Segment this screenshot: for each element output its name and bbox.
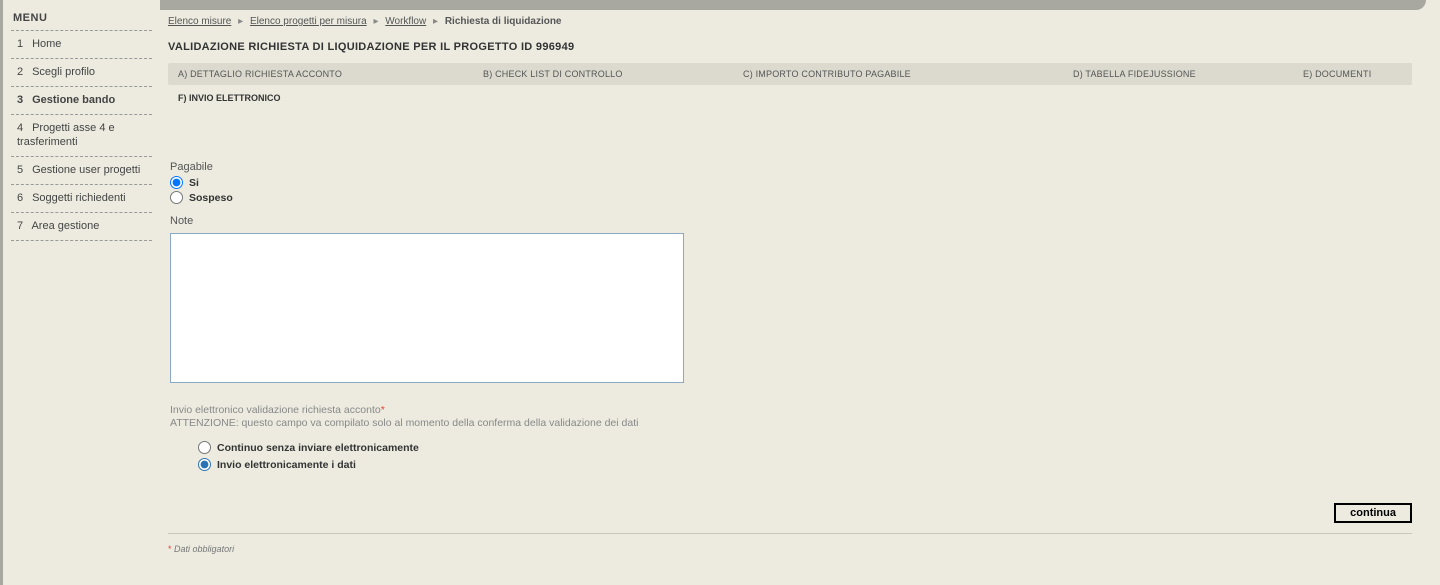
menu-item-scegli-profilo[interactable]: 2 Scegli profilo	[11, 59, 152, 87]
menu-item-home[interactable]: 1 Home	[11, 31, 152, 59]
form-block: Pagabile Si Sospeso Note Invio elettroni…	[168, 109, 1412, 473]
tab-importo-contributo[interactable]: C) IMPORTO CONTRIBUTO PAGABILE	[733, 63, 1063, 85]
menu-index: 5	[17, 163, 29, 178]
menu-item-progetti-asse4[interactable]: 4 Progetti asse 4 e trasferimenti	[11, 115, 152, 158]
menu-label: Area gestione	[31, 220, 99, 232]
breadcrumb-link[interactable]: Workflow	[385, 16, 426, 27]
page-title: VALIDAZIONE RICHIESTA DI LIQUIDAZIONE PE…	[168, 41, 1412, 63]
required-marker: *	[168, 544, 172, 554]
invio-hint-title-text: Invio elettronico validazione richiesta …	[170, 404, 381, 416]
required-marker: *	[381, 404, 385, 416]
menu-index: 4	[17, 121, 29, 136]
invio-hint-body: ATTENZIONE: questo campo va compilato so…	[170, 417, 1412, 429]
radio-pagabile-sospeso[interactable]	[170, 191, 183, 204]
main-content: Elenco misure ▸ Elenco progetti per misu…	[160, 0, 1440, 585]
breadcrumb-current: Richiesta di liquidazione	[445, 16, 562, 27]
menu-label: Gestione bando	[32, 94, 115, 106]
note-label: Note	[170, 215, 1412, 227]
menu-index: 1	[17, 37, 29, 52]
menu-index: 3	[17, 93, 29, 108]
menu-index: 6	[17, 191, 29, 206]
tab-check-list[interactable]: B) CHECK LIST DI CONTROLLO	[473, 63, 733, 85]
radio-label-si: Si	[189, 177, 199, 189]
tab-invio-elettronico[interactable]: F) INVIO ELETTRONICO	[168, 87, 291, 109]
mandatory-note: * Dati obbligatori	[168, 534, 1412, 554]
tab-documenti[interactable]: E) DOCUMENTI	[1293, 63, 1412, 85]
radio-invio-elettronicamente[interactable]	[198, 458, 211, 471]
note-textarea[interactable]	[170, 233, 684, 383]
tab-tabella-fidejussione[interactable]: D) TABELLA FIDEJUSSIONE	[1063, 63, 1293, 85]
tabs-row-1: A) DETTAGLIO RICHIESTA ACCONTO B) CHECK …	[168, 63, 1412, 85]
menu-index: 2	[17, 65, 29, 80]
menu-label: Soggetti richiedenti	[32, 192, 126, 204]
menu-item-area-gestione[interactable]: 7 Area gestione	[11, 213, 152, 241]
menu-label: Scegli profilo	[32, 66, 95, 78]
breadcrumb-link[interactable]: Elenco progetti per misura	[250, 16, 367, 27]
continua-button[interactable]: continua	[1334, 503, 1412, 523]
menu-index: 7	[17, 219, 29, 234]
breadcrumb: Elenco misure ▸ Elenco progetti per misu…	[168, 14, 1412, 41]
menu-item-gestione-user-progetti[interactable]: 5 Gestione user progetti	[11, 157, 152, 185]
menu-item-gestione-bando[interactable]: 3 Gestione bando	[11, 87, 152, 115]
chevron-right-icon: ▸	[373, 16, 378, 27]
chevron-right-icon: ▸	[433, 16, 438, 27]
menu-label: Home	[32, 38, 61, 50]
menu-label: Gestione user progetti	[32, 164, 140, 176]
menu-item-soggetti-richiedenti[interactable]: 6 Soggetti richiedenti	[11, 185, 152, 213]
tabs-row-2: F) INVIO ELETTRONICO	[168, 87, 1412, 109]
breadcrumb-link[interactable]: Elenco misure	[168, 16, 231, 27]
sidebar-menu: MENU 1 Home 2 Scegli profilo 3 Gestione …	[3, 0, 160, 585]
pagabile-label: Pagabile	[170, 161, 1412, 173]
radio-continuo-senza-inviare[interactable]	[198, 441, 211, 454]
mandatory-text: Dati obbligatori	[174, 544, 234, 554]
radio-label-invio: Invio elettronicamente i dati	[217, 459, 356, 471]
invio-hint-title: Invio elettronico validazione richiesta …	[170, 404, 1412, 416]
top-bar	[160, 0, 1426, 10]
menu-title: MENU	[11, 8, 152, 31]
radio-pagabile-si[interactable]	[170, 176, 183, 189]
radio-label-continuo: Continuo senza inviare elettronicamente	[217, 442, 419, 454]
radio-label-sospeso: Sospeso	[189, 192, 233, 204]
chevron-right-icon: ▸	[238, 16, 243, 27]
tab-dettaglio-richiesta[interactable]: A) DETTAGLIO RICHIESTA ACCONTO	[168, 63, 473, 85]
menu-label: Progetti asse 4 e trasferimenti	[17, 122, 115, 149]
